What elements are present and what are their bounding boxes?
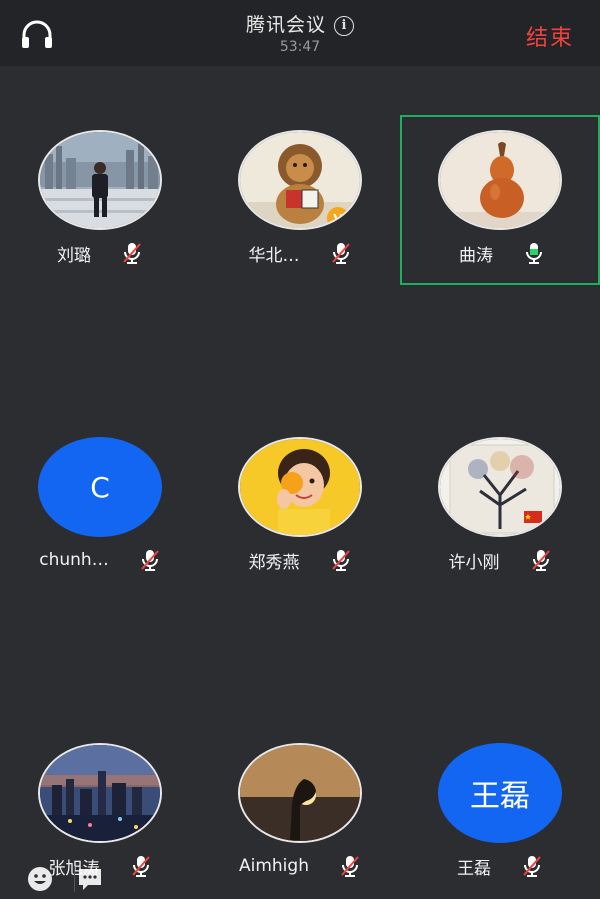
painted-tree-photo — [440, 439, 560, 535]
avatar — [238, 437, 362, 537]
participant-tile[interactable]: C chunh… — [0, 422, 200, 592]
participant-name: 华北… — [248, 245, 300, 266]
avatar — [438, 130, 562, 230]
participant-name-row: 郑秀燕 — [200, 548, 400, 573]
meeting-header: 腾讯会议 i 53:47 — [0, 10, 600, 55]
participant-name: 王磊 — [457, 858, 491, 879]
participant-tile[interactable]: 郑秀燕 — [200, 422, 400, 592]
avatar: V — [238, 130, 362, 230]
participant-tile[interactable]: Aimhigh — [200, 728, 400, 898]
mic-muted-icon[interactable] — [139, 548, 161, 572]
toolbar-divider — [74, 866, 75, 892]
participant-name-row: Aimhigh — [200, 854, 400, 878]
bottom-toolbar — [26, 862, 126, 896]
participant-tile[interactable]: V 华北… — [200, 115, 400, 285]
participant-tile-speaking[interactable]: 曲涛 — [400, 115, 600, 285]
participant-tile[interactable]: 刘璐 — [0, 115, 200, 285]
avatar — [438, 437, 562, 537]
participant-name-row: 王磊 — [400, 854, 600, 879]
svg-text:V: V — [333, 212, 343, 226]
meeting-title: 腾讯会议 — [245, 14, 326, 36]
participant-name-row: 曲涛 — [402, 241, 600, 266]
mic-muted-icon[interactable] — [130, 854, 152, 878]
participant-name-row: chunh… — [0, 548, 200, 572]
participant-tile[interactable]: 王磊 王磊 — [400, 728, 600, 898]
mic-muted-icon[interactable] — [330, 241, 352, 265]
participant-name: 刘璐 — [57, 245, 91, 266]
sunset-hand-photo — [240, 745, 360, 841]
avatar-initial: 王磊 — [438, 743, 562, 843]
participant-name: chunh… — [39, 550, 109, 570]
girl-orange-photo — [240, 439, 360, 535]
city-night-photo — [40, 745, 160, 841]
participant-name-row: 华北… — [200, 241, 400, 266]
mic-muted-icon[interactable] — [530, 548, 552, 572]
lion-cartoon-photo: V — [240, 132, 360, 228]
participant-name-row: 许小刚 — [400, 548, 600, 573]
participant-name: 曲涛 — [459, 245, 493, 266]
participant-tile[interactable]: 许小刚 — [400, 422, 600, 592]
mic-muted-icon[interactable] — [339, 854, 361, 878]
participant-name-row: 刘璐 — [0, 241, 200, 266]
end-meeting-button[interactable]: 结束 — [526, 20, 574, 52]
mic-active-icon[interactable] — [523, 241, 545, 265]
gourd-photo — [440, 132, 560, 228]
mic-muted-icon[interactable] — [330, 548, 352, 572]
chat-icon[interactable] — [76, 865, 104, 893]
mic-muted-icon[interactable] — [121, 241, 143, 265]
participant-name: 许小刚 — [448, 552, 500, 573]
top-bar: 腾讯会议 i 53:47 结束 — [0, 0, 600, 66]
meeting-timer: 53:47 — [279, 39, 321, 55]
participant-name: 郑秀燕 — [248, 552, 300, 573]
avatar-initial: C — [38, 437, 162, 537]
avatar — [38, 743, 162, 843]
avatar — [38, 130, 162, 230]
participant-name: Aimhigh — [239, 856, 309, 876]
emoji-icon[interactable] — [26, 865, 54, 893]
avatar — [238, 743, 362, 843]
mic-muted-icon[interactable] — [521, 854, 543, 878]
city-skyline-photo — [40, 132, 160, 228]
info-icon[interactable]: i — [334, 16, 354, 36]
